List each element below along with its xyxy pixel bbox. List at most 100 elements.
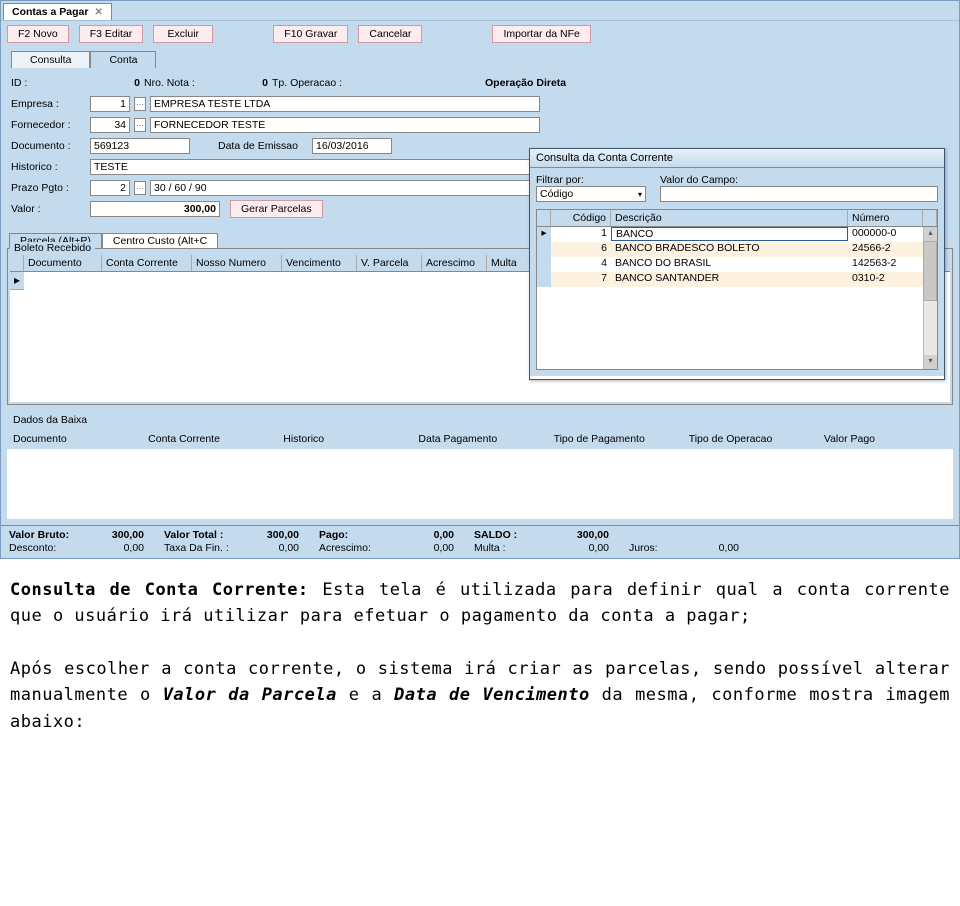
col-documento[interactable]: Documento: [24, 255, 102, 271]
doc-label: Documento :: [11, 140, 86, 152]
forn-cod[interactable]: 34: [90, 117, 130, 133]
empresa-cod[interactable]: 1: [90, 96, 130, 112]
dialog-title: Consulta da Conta Corrente: [536, 152, 673, 164]
scrollbar[interactable]: ▴ ▾: [923, 227, 937, 369]
col-conta-corrente[interactable]: Conta Corrente: [142, 431, 277, 447]
col-documento[interactable]: Documento: [7, 431, 142, 447]
col-vencimento[interactable]: Vencimento: [282, 255, 357, 271]
desc-value: 0,00: [84, 542, 144, 554]
col-historico[interactable]: Historico: [277, 431, 412, 447]
prazo-desc[interactable]: 30 / 60 / 90: [150, 180, 540, 196]
cell-cod: 1: [551, 227, 611, 242]
bruto-value: 300,00: [84, 529, 144, 541]
excluir-button[interactable]: Excluir: [153, 25, 213, 43]
forn-nome[interactable]: FORNECEDOR TESTE: [150, 117, 540, 133]
valor-input[interactable]: 300,00: [90, 201, 220, 217]
cell-num: 000000-0: [848, 227, 923, 242]
col-valor-pago[interactable]: Valor Pago: [818, 431, 953, 447]
col-conta-corrente[interactable]: Conta Corrente: [102, 255, 192, 271]
chevron-down-icon: ▾: [638, 190, 642, 199]
baixa-title: Dados da Baixa: [7, 411, 953, 429]
valor-campo-label: Valor do Campo:: [660, 174, 938, 186]
table-row[interactable]: ▸ 1 BANCO 000000-0: [537, 227, 937, 242]
consulta-conta-corrente-dialog: Consulta da Conta Corrente Filtrar por: …: [529, 148, 945, 380]
totals-panel: Valor Bruto: 300,00 Valor Total : 300,00…: [1, 525, 959, 558]
cell-desc: BANCO SANTANDER: [611, 272, 848, 287]
lookup-icon[interactable]: ⋯: [134, 97, 146, 111]
scroll-down-icon[interactable]: ▾: [924, 355, 937, 369]
lookup-icon[interactable]: ⋯: [134, 181, 146, 195]
scroll-up-icon[interactable]: ▴: [924, 227, 937, 241]
col-descricao[interactable]: Descrição: [611, 210, 848, 226]
col-tipo-operacao[interactable]: Tipo de Operacao: [683, 431, 818, 447]
col-data-pagamento[interactable]: Data Pagamento: [412, 431, 547, 447]
dialog-grid-header: Código Descrição Número: [536, 209, 938, 227]
cell-desc: BANCO BRADESCO BOLETO: [611, 242, 848, 257]
gravar-button[interactable]: F10 Gravar: [273, 25, 348, 43]
taxa-label: Taxa Da Fin. :: [164, 542, 239, 554]
document-caption: Consulta de Conta Corrente: Esta tela é …: [0, 559, 960, 753]
emiss-input[interactable]: 16/03/2016: [312, 138, 392, 154]
baixa-grid-body[interactable]: [7, 449, 953, 519]
cancelar-button[interactable]: Cancelar: [358, 25, 422, 43]
multa-label: Multa :: [474, 542, 549, 554]
caption-em: Valor da Parcela: [163, 685, 337, 705]
tab-consulta[interactable]: Consulta: [11, 51, 90, 68]
id-value: 0: [90, 77, 140, 89]
table-row[interactable]: 6 BANCO BRADESCO BOLETO 24566-2: [537, 242, 937, 257]
taxa-value: 0,00: [239, 542, 299, 554]
multa-value: 0,00: [549, 542, 609, 554]
filtrar-por-select[interactable]: Código ▾: [536, 186, 646, 202]
dialog-title-bar[interactable]: Consulta da Conta Corrente: [530, 149, 944, 168]
toolbar: F2 Novo F3 Editar Excluir F10 Gravar Can…: [1, 20, 959, 47]
col-nosso-numero[interactable]: Nosso Numero: [192, 255, 282, 271]
prazo-label: Prazo Pgto :: [11, 182, 86, 194]
valor-label: Valor :: [11, 203, 86, 215]
app-tabstrip: Contas a Pagar ✕: [1, 1, 959, 20]
table-row[interactable]: 4 BANCO DO BRASIL 142563-2: [537, 257, 937, 272]
hist-input[interactable]: TESTE: [90, 159, 540, 175]
novo-button[interactable]: F2 Novo: [7, 25, 69, 43]
col-v-parcela[interactable]: V. Parcela: [357, 255, 422, 271]
boleto-legend: Boleto Recebido: [10, 242, 95, 254]
tab-centro-custo[interactable]: Centro Custo (Alt+C: [102, 233, 218, 248]
doc-input[interactable]: 569123: [90, 138, 190, 154]
valor-campo-input[interactable]: [660, 186, 938, 202]
col-tipo-pagamento[interactable]: Tipo de Pagamento: [548, 431, 683, 447]
cell-desc: BANCO: [611, 227, 848, 241]
app-window: Contas a Pagar ✕ F2 Novo F3 Editar Exclu…: [0, 0, 960, 559]
caption-em: Data de Vencimento: [394, 685, 590, 705]
empresa-nome[interactable]: EMPRESA TESTE LTDA: [150, 96, 540, 112]
table-row[interactable]: 7 BANCO SANTANDER 0310-2: [537, 272, 937, 287]
lookup-icon[interactable]: ⋯: [134, 118, 146, 132]
editar-button[interactable]: F3 Editar: [79, 25, 144, 43]
app-tab-label: Contas a Pagar: [12, 6, 88, 18]
col-codigo[interactable]: Código: [551, 210, 611, 226]
bruto-label: Valor Bruto:: [9, 529, 84, 541]
importar-button[interactable]: Importar da NFe: [492, 25, 590, 43]
cell-desc: BANCO DO BRASIL: [611, 257, 848, 272]
dialog-grid-body[interactable]: ▸ 1 BANCO 000000-0 6 BANCO BRADESCO BOLE…: [536, 227, 938, 370]
nro-label: Nro. Nota :: [144, 77, 204, 89]
cell-cod: 7: [551, 272, 611, 287]
caption-text: e a: [337, 685, 394, 705]
cell-num: 142563-2: [848, 257, 923, 272]
scroll-thumb[interactable]: [923, 241, 937, 301]
pago-value: 0,00: [394, 529, 454, 541]
gerar-parcelas-button[interactable]: Gerar Parcelas: [230, 200, 323, 218]
baixa-panel: Dados da Baixa Documento Conta Corrente …: [7, 411, 953, 519]
col-acrescimo[interactable]: Acrescimo: [422, 255, 487, 271]
cell-cod: 6: [551, 242, 611, 257]
prazo-cod[interactable]: 2: [90, 180, 130, 196]
saldo-label: SALDO :: [474, 529, 549, 541]
acr-label: Acrescimo:: [319, 542, 394, 554]
tab-conta[interactable]: Conta: [90, 51, 156, 68]
col-numero[interactable]: Número: [848, 210, 923, 226]
empresa-label: Empresa :: [11, 98, 86, 110]
subtab-strip: Consulta Conta: [1, 47, 959, 68]
caption-heading: Consulta de Conta Corrente:: [10, 580, 309, 600]
pago-label: Pago:: [319, 529, 394, 541]
total-label: Valor Total :: [164, 529, 239, 541]
close-icon[interactable]: ✕: [94, 7, 102, 18]
app-tab-contas[interactable]: Contas a Pagar ✕: [3, 3, 112, 20]
